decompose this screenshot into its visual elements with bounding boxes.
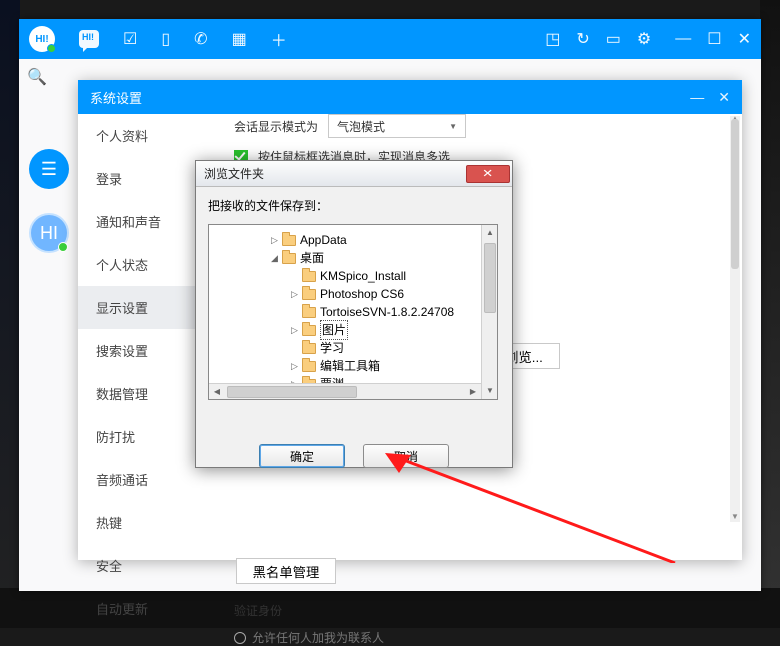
browse-folder-dialog: 浏览文件夹 ✕ 把接收的文件保存到： ▷ AppData ◢ 桌面KMSpico_In… <box>195 160 513 468</box>
phone-icon[interactable]: ✆ <box>194 29 207 49</box>
screenshot-icon[interactable]: ◳ <box>545 29 560 49</box>
verify-option-label: 允许任何人加我为联系人 <box>252 629 384 646</box>
settings-dialog-title: 系统设置 <box>90 88 142 107</box>
tree-expander-icon[interactable]: ▷ <box>289 361 300 372</box>
tree-item-label: 图片 <box>320 320 348 340</box>
folder-icon <box>282 253 296 264</box>
settings-nav-item[interactable]: 通知和声音 <box>78 200 208 243</box>
browse-dialog-label: 把接收的文件保存到： <box>196 187 512 224</box>
tree-item[interactable]: ▷ 图片 <box>209 321 497 339</box>
search-icon: 🔍 <box>27 69 47 86</box>
settings-nav-item[interactable]: 热键 <box>78 501 208 544</box>
messages-icon[interactable] <box>79 30 99 48</box>
settings-icon[interactable]: ⚙ <box>637 29 651 49</box>
cancel-button[interactable]: 取消 <box>363 444 449 468</box>
browse-dialog-titlebar: 浏览文件夹 ✕ <box>196 161 512 187</box>
settings-nav-item[interactable]: 安全 <box>78 544 208 587</box>
tree-item[interactable]: ▷ AppData <box>209 231 497 249</box>
settings-nav-item[interactable]: 登录 <box>78 157 208 200</box>
tree-item-label: Photoshop CS6 <box>320 285 404 303</box>
tree-item-label: KMSpico_Install <box>320 267 406 285</box>
tree-item[interactable]: 学习 <box>209 339 497 357</box>
folder-icon <box>302 307 316 318</box>
browse-dialog-title: 浏览文件夹 <box>204 165 264 182</box>
tree-expander-icon <box>289 271 300 282</box>
tree-item[interactable]: KMSpico_Install <box>209 267 497 285</box>
folder-icon <box>302 361 316 372</box>
settings-nav-item[interactable]: 音频通话 <box>78 458 208 501</box>
settings-nav: 个人资料登录通知和声音个人状态显示设置搜索设置数据管理防打扰音频通话热键安全自动… <box>78 114 208 560</box>
tree-expander-icon <box>289 343 300 354</box>
folder-icon <box>302 325 316 336</box>
settings-nav-item[interactable]: 个人状态 <box>78 243 208 286</box>
tree-item-label: 桌面 <box>300 249 324 267</box>
settings-nav-item[interactable]: 个人资料 <box>78 114 208 157</box>
verify-option-anyone[interactable]: 允许任何人加我为联系人 <box>234 629 716 646</box>
settings-dialog-header: 系统设置 — ✕ <box>78 80 742 114</box>
tree-item[interactable]: ▷ Photoshop CS6 <box>209 285 497 303</box>
settings-nav-item[interactable]: 数据管理 <box>78 372 208 415</box>
recent-contacts: ☰ HI <box>29 149 69 277</box>
folder-icon <box>302 343 316 354</box>
tree-expander-icon[interactable]: ▷ <box>269 235 280 246</box>
settings-scrollbar[interactable]: ▲ ▼ <box>730 116 740 522</box>
blacklist-button[interactable]: 黑名单管理 <box>236 558 336 584</box>
contact-avatar-1[interactable]: ☰ <box>29 149 69 189</box>
tree-item[interactable]: ◢ 桌面 <box>209 249 497 267</box>
folder-icon[interactable]: ▭ <box>606 29 621 49</box>
settings-nav-item[interactable]: 防打扰 <box>78 415 208 458</box>
tree-item[interactable]: ▷ 编辑工具箱 <box>209 357 497 375</box>
tree-expander-icon[interactable]: ▷ <box>289 325 300 336</box>
verify-section-title: 验证身份 <box>234 602 716 619</box>
folder-icon <box>282 235 296 246</box>
minimize-icon[interactable]: — <box>675 30 691 48</box>
display-mode-select[interactable]: 气泡模式 ▼ <box>328 114 466 138</box>
add-icon[interactable]: ＋ <box>271 27 287 51</box>
bg-left <box>0 0 20 628</box>
settings-nav-item[interactable]: 显示设置 <box>78 286 208 329</box>
folder-icon <box>302 289 316 300</box>
history-icon[interactable]: ↻ <box>576 29 589 49</box>
radio-icon <box>234 632 246 644</box>
tree-item-label: AppData <box>300 231 347 249</box>
tree-item-label: TortoiseSVN-1.8.2.24708 <box>320 303 454 321</box>
contacts-icon[interactable]: ▯ <box>161 29 170 49</box>
calendar-icon[interactable]: ☑ <box>123 29 137 49</box>
settings-close-icon[interactable]: ✕ <box>718 89 730 106</box>
chevron-down-icon: ▼ <box>449 122 457 131</box>
tree-item-label: 学习 <box>320 339 344 357</box>
titlebar: HI! ☑ ▯ ✆ ▦ ＋ ◳ ↻ ▭ ⚙ — ☐ ✕ <box>19 19 761 59</box>
tree-expander-icon <box>289 307 300 318</box>
settings-nav-item[interactable]: 搜索设置 <box>78 329 208 372</box>
tree-expander-icon[interactable]: ◢ <box>269 253 280 264</box>
tree-expander-icon[interactable]: ▷ <box>289 289 300 300</box>
tree-vscroll[interactable]: ▲▼ <box>481 225 497 399</box>
search[interactable]: 🔍 <box>27 67 47 87</box>
folder-tree: ▷ AppData ◢ 桌面KMSpico_Install ▷ Photoshop CS6… <box>208 224 498 400</box>
contact-avatar-2[interactable]: HI <box>29 213 69 253</box>
browse-close-button[interactable]: ✕ <box>466 165 510 183</box>
tree-hscroll[interactable]: ◀▶ <box>209 383 481 399</box>
bg-right <box>760 0 780 628</box>
folder-icon <box>302 271 316 282</box>
maximize-icon[interactable]: ☐ <box>707 29 721 49</box>
apps-icon[interactable]: ▦ <box>232 29 247 49</box>
display-mode-label: 会话显示模式为 <box>234 118 318 135</box>
display-mode-value: 气泡模式 <box>337 118 385 135</box>
app-logo[interactable]: HI! <box>29 26 55 52</box>
tree-item[interactable]: TortoiseSVN-1.8.2.24708 <box>209 303 497 321</box>
close-icon[interactable]: ✕ <box>738 29 751 49</box>
settings-nav-item[interactable]: 自动更新 <box>78 587 208 630</box>
ok-button[interactable]: 确定 <box>259 444 345 468</box>
tree-item-label: 编辑工具箱 <box>320 357 380 375</box>
settings-minimize-icon[interactable]: — <box>690 89 704 106</box>
